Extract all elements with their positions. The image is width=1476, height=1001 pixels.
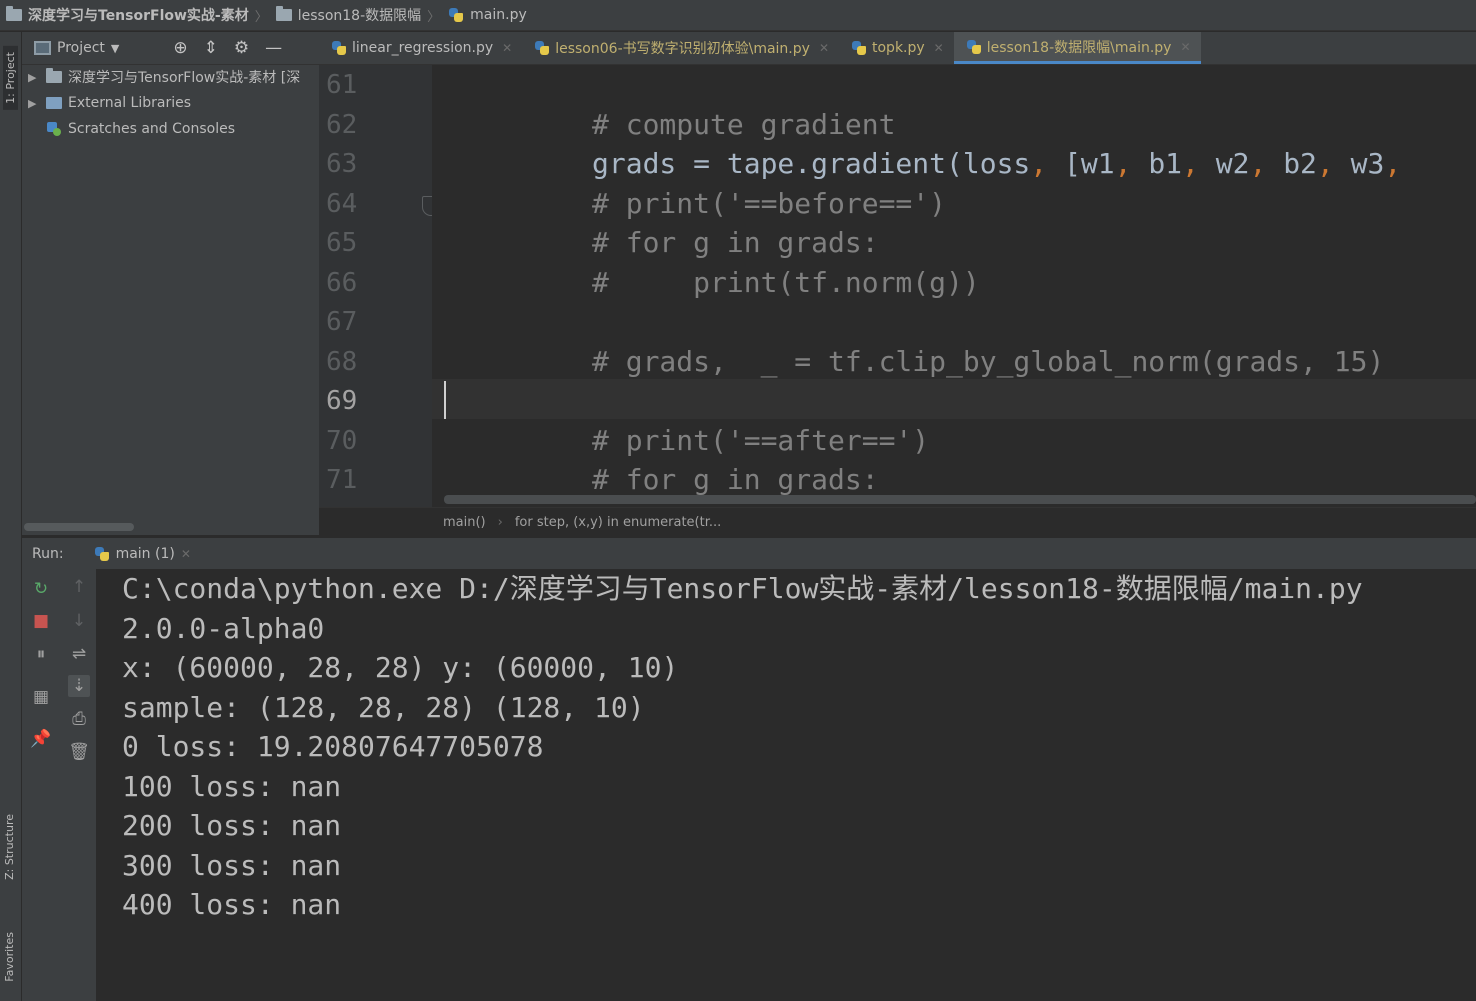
console-line: 300 loss: nan [122,849,342,882]
folder-icon [6,6,22,21]
library-icon [46,97,62,109]
code-line-65: # for g in grads: [592,226,879,259]
python-file-icon [966,39,982,55]
run-panel-header: Run: main (1) ✕ [22,537,1476,569]
close-icon[interactable]: ✕ [181,547,191,561]
console-line: C:\conda\python.exe D:/深度学习与TensorFlow实战… [122,572,1363,605]
line-number: 67 [326,307,358,337]
tool-tab-favorites[interactable]: Favorites [3,932,16,982]
text-caret [444,381,446,419]
editor-tab-bar: linear_regression.py ✕ lesson06-书写数字识别初体… [319,32,1476,65]
close-icon[interactable]: ✕ [819,41,829,55]
code-line-64: # print('==before==') [592,187,947,220]
tab-topk[interactable]: topk.py ✕ [839,32,954,64]
code-line-62: # compute gradient [592,108,896,141]
python-run-icon [94,546,110,562]
breadcrumb-loop[interactable]: for step, (x,y) in enumerate(tr... [515,515,721,530]
console-line: 400 loss: nan [122,888,342,921]
folder-icon [46,68,62,83]
run-console[interactable]: C:\conda\python.exe D:/深度学习与TensorFlow实战… [96,569,1476,1001]
tab-lesson18-main[interactable]: lesson18-数据限幅\main.py ✕ [953,32,1201,64]
run-toolbar: ↻ ↑ ■ ↓ ⏸ ⇌ ⇣ ▦ ⎙ 📌 🗑 [22,569,96,1001]
hide-icon[interactable]: — [265,38,282,58]
tree-item-external-libraries[interactable]: ▶ External Libraries [28,91,191,115]
project-icon [34,41,51,55]
expand-arrow-icon[interactable]: ▶ [28,71,40,84]
code-editor[interactable]: # compute gradient grads = tape.gradient… [432,65,1476,507]
navigation-bar: 深度学习与TensorFlow实战-素材 〉 lesson18-数据限幅 〉 m… [0,0,1476,31]
line-number: 61 [326,70,358,100]
line-number: 63 [326,149,358,179]
console-line: 2.0.0-alpha0 [122,612,325,645]
line-number: 66 [326,268,358,298]
breadcrumb-file[interactable]: main.py [448,7,527,23]
close-icon[interactable]: ✕ [502,41,512,55]
run-tab-main[interactable]: main (1) ✕ [86,538,199,570]
python-file-icon [331,40,347,56]
code-line-66: # print(tf.norm(g)) [592,266,980,299]
rerun-icon[interactable]: ↻ [30,578,52,600]
code-line-68: # grads, _ = tf.clip_by_global_norm(grad… [592,345,1385,378]
collapse-all-icon[interactable]: ⇕ [204,38,218,58]
layout-icon[interactable]: ▦ [30,686,52,708]
left-tool-strip: 1: Project Z: Structure Favorites [0,32,22,1001]
code-line-71: # for g in grads: [592,463,879,496]
editor-horizontal-scrollbar[interactable] [444,495,1476,504]
tree-horizontal-scrollbar[interactable] [24,523,134,531]
line-number: 70 [326,426,358,456]
breadcrumb-separator: 〉 [254,9,268,25]
gear-icon[interactable]: ⚙ [234,38,249,58]
line-number-current: 69 [326,386,358,416]
console-line: 200 loss: nan [122,809,342,842]
close-icon[interactable]: ✕ [1180,40,1190,54]
pin-icon[interactable]: 📌 [30,728,52,750]
stop-icon[interactable]: ■ [30,610,52,632]
project-view-selector[interactable]: Project ▼ [34,40,119,56]
python-file-icon [448,7,464,23]
breadcrumb-folder[interactable]: lesson18-数据限幅 [275,5,421,25]
console-line: sample: (128, 28, 28) (128, 10) [122,691,645,724]
line-number: 65 [326,228,358,258]
console-line: 100 loss: nan [122,770,342,803]
tree-item-scratches[interactable]: Scratches and Consoles [46,117,235,141]
code-line-63: grads = tape.gradient(loss, [w1, b1, w2,… [592,147,1402,180]
tool-tab-project[interactable]: 1: Project [3,46,18,110]
tab-linear-regression[interactable]: linear_regression.py ✕ [319,32,522,64]
python-file-icon [534,40,550,56]
chevron-down-icon: ▼ [110,41,120,55]
line-number: 62 [326,110,358,140]
run-label: Run: [32,545,64,562]
scratches-icon [46,121,62,137]
editor-gutter: 61 62 63 64 65 66 67 68 69 70 71 [319,65,440,507]
tool-tab-structure[interactable]: Z: Structure [3,814,16,880]
scroll-to-end-icon[interactable]: ⇣ [68,675,90,697]
line-number: 71 [326,465,358,495]
breadcrumb-separator: 〉 [427,9,441,25]
trash-icon[interactable]: 🗑 [68,741,90,763]
code-line-70: # print('==after==') [592,424,930,457]
console-line: 0 loss: 19.20807647705078 [122,730,544,763]
breadcrumb-project[interactable]: 深度学习与TensorFlow实战-素材 [6,5,249,25]
tab-lesson06-main[interactable]: lesson06-书写数字识别初体验\main.py ✕ [522,32,839,64]
breadcrumb-function[interactable]: main() [443,515,486,530]
breadcrumb-separator: › [497,515,503,530]
tree-item-project-root[interactable]: ▶ 深度学习与TensorFlow实战-素材 [深 [28,65,300,89]
line-number: 64 [326,189,358,219]
close-icon[interactable]: ✕ [934,41,944,55]
line-number: 68 [326,347,358,377]
current-line-highlight [432,379,1476,419]
soft-wrap-icon[interactable]: ⇌ [68,643,90,665]
project-tree: ▶ 深度学习与TensorFlow实战-素材 [深 ▶ External Lib… [22,65,319,535]
up-arrow-icon[interactable]: ↑ [68,576,90,598]
expand-arrow-icon[interactable]: ▶ [28,97,40,110]
console-line: x: (60000, 28, 28) y: (60000, 10) [122,651,679,684]
project-toolbar: Project ▼ ⊕ ⇕ ⚙ — [22,32,319,65]
folder-icon [275,6,292,21]
pause-icon[interactable]: ⏸ [30,643,52,665]
locate-icon[interactable]: ⊕ [173,38,187,58]
print-icon[interactable]: ⎙ [68,708,90,730]
python-file-icon [851,40,867,56]
down-arrow-icon[interactable]: ↓ [68,610,90,632]
editor-breadcrumb: main() › for step, (x,y) in enumerate(tr… [319,507,1476,537]
